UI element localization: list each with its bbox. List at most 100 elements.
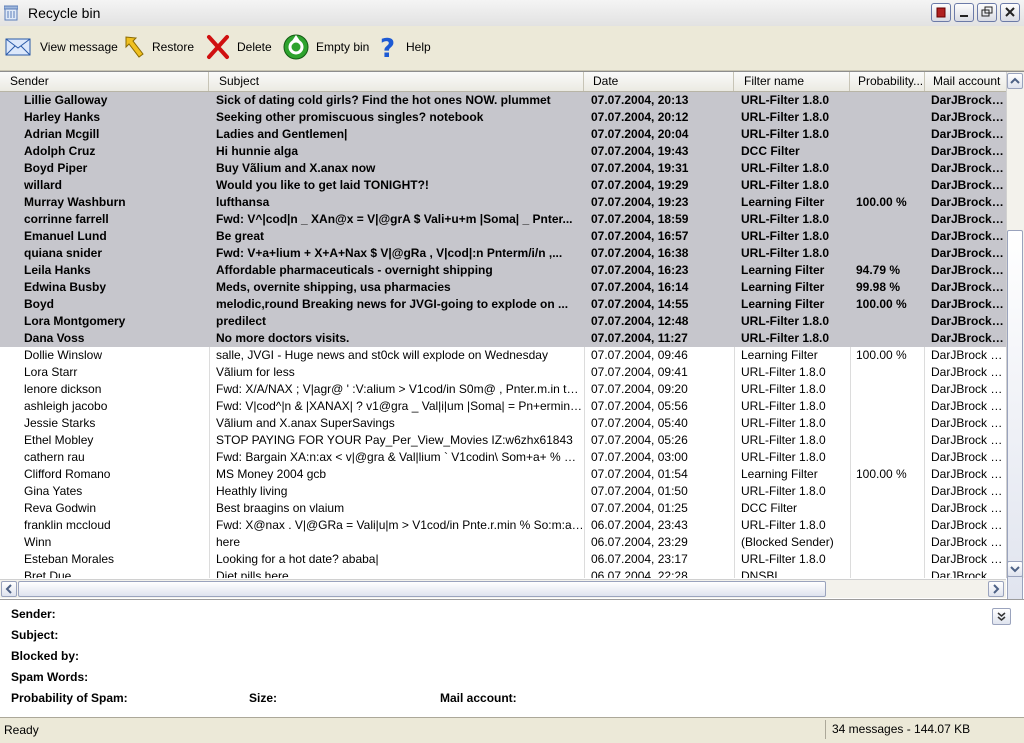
app-menu-button[interactable] — [931, 3, 951, 22]
table-row[interactable]: ashleigh jacobo Fwd: V|cod^|n & |XANAX| ?… — [0, 398, 1006, 415]
table-row[interactable]: Lillie Galloway Sick of dating cold girls… — [0, 92, 1006, 109]
cell-date: 07.07.2004, 01:50 — [591, 484, 688, 498]
cell-filter: URL-Filter 1.8.0 — [741, 552, 826, 566]
table-row[interactable]: quiana snider Fwd: V+a+lium + X+A+Nax $ V… — [0, 245, 1006, 262]
cell-account: DarJBrock @ — [931, 331, 1006, 345]
cell-sender: ashleigh jacobo — [24, 399, 108, 413]
cell-filter: URL-Filter 1.8.0 — [741, 212, 830, 226]
table-row[interactable]: Esteban Morales Looking for a hot date? a… — [0, 551, 1006, 568]
column-header-sender[interactable]: Sender — [0, 72, 209, 91]
cell-sender: Lora Starr — [24, 365, 78, 379]
table-row[interactable]: Boyd melodic,round Breaking news for JVGI… — [0, 296, 1006, 313]
scroll-thumb[interactable] — [1007, 230, 1023, 618]
cell-filter: URL-Filter 1.8.0 — [741, 178, 830, 192]
table-row[interactable]: Boyd Piper Buy Vãlium and X.anax now 07.07… — [0, 160, 1006, 177]
cell-prob — [852, 517, 924, 534]
cell-subject: Vãlium for less — [216, 365, 295, 379]
cell-sender: Bret Due — [24, 569, 72, 578]
scroll-down-button[interactable] — [1007, 561, 1023, 577]
bin-icon — [936, 7, 946, 18]
table-row[interactable]: willard Would you like to get laid TONIGH… — [0, 177, 1006, 194]
close-button[interactable] — [1000, 3, 1020, 22]
table-row[interactable]: Harley Hanks Seeking other promiscuous si… — [0, 109, 1006, 126]
cell-date: 06.07.2004, 23:17 — [591, 552, 688, 566]
table-row[interactable]: corrinne farrell Fwd: V^|cod|n _ XAn@x = … — [0, 211, 1006, 228]
cell-date: 07.07.2004, 19:23 — [591, 195, 689, 209]
horizontal-scroll-thumb[interactable] — [18, 581, 826, 597]
restore-button[interactable]: Restore — [122, 30, 194, 64]
cell-prob — [852, 92, 924, 109]
cell-sender: Lora Montgomery — [24, 314, 126, 328]
cell-prob: 100.00 % — [856, 195, 907, 209]
chevron-down-icon — [1010, 566, 1020, 573]
delete-button[interactable]: Delete — [205, 30, 272, 64]
table-row[interactable]: lenore dickson Fwd: X/A/NAX ; V|agr@ ' :V… — [0, 381, 1006, 398]
table-row[interactable]: Dana Voss No more doctors visits. 07.07.20… — [0, 330, 1006, 347]
table-row[interactable]: Winn here 06.07.2004, 23:29 (Blocked Sender… — [0, 534, 1006, 551]
cell-account: DarJBrock @ — [931, 178, 1006, 192]
cell-subject: Diet pills here — [216, 569, 289, 578]
help-button[interactable]: ? Help — [378, 30, 431, 64]
cell-date: 07.07.2004, 20:13 — [591, 93, 689, 107]
table-row[interactable]: cathern rau Fwd: Bargain XA:n:ax < v|@gra… — [0, 449, 1006, 466]
chevron-double-down-icon — [997, 612, 1006, 621]
cell-account: DarJBrock @ p — [931, 433, 1006, 447]
close-icon — [1005, 7, 1015, 17]
table-row[interactable]: Gina Yates Heathly living 07.07.2004, 01:5… — [0, 483, 1006, 500]
table-row[interactable]: Leila Hanks Affordable pharmaceuticals - … — [0, 262, 1006, 279]
table-row[interactable]: Bret Due Diet pills here 06.07.2004, 22:28… — [0, 568, 1006, 578]
chevron-left-icon — [5, 584, 12, 594]
cell-filter: URL-Filter 1.8.0 — [741, 161, 830, 175]
maximize-button[interactable] — [977, 3, 997, 22]
table-row[interactable]: Clifford Romano MS Money 2004 gcb 07.07.20… — [0, 466, 1006, 483]
cell-sender: willard — [24, 178, 63, 192]
cell-date: 07.07.2004, 14:55 — [591, 297, 689, 311]
cell-subject: Best braagins on vlaium — [216, 501, 345, 515]
view-message-button[interactable]: View message — [4, 30, 118, 64]
scroll-right-button[interactable] — [988, 581, 1004, 597]
table-row[interactable]: Adrian Mcgill Ladies and Gentlemen| 07.07.… — [0, 126, 1006, 143]
column-header-filter-name[interactable]: Filter name — [734, 72, 850, 91]
cell-sender: Jessie Starks — [24, 416, 96, 430]
minimize-button[interactable] — [954, 3, 974, 22]
table-row[interactable]: Jessie Starks Vãlium and X.anax SuperSavi… — [0, 415, 1006, 432]
scroll-up-button[interactable] — [1007, 73, 1023, 89]
table-row[interactable]: Reva Godwin Best braagins on vlaium 07.07.… — [0, 500, 1006, 517]
vertical-scrollbar[interactable] — [1006, 72, 1024, 618]
view-message-icon — [5, 38, 31, 56]
message-count: 34 messages - 144.07 KB — [825, 720, 1020, 739]
table-row[interactable]: Edwina Busby Meds, overnite shipping, usa… — [0, 279, 1006, 296]
cell-subject: melodic,round Breaking news for JVGI-goi… — [216, 297, 569, 311]
table-row[interactable]: Adolph Cruz Hi hunnie alga 07.07.2004, 19:… — [0, 143, 1006, 160]
table-row[interactable]: Murray Washburn lufthansa 07.07.2004, 19:2… — [0, 194, 1006, 211]
cell-sender: Murray Washburn — [24, 195, 126, 209]
table-row[interactable]: Ethel Mobley STOP PAYING FOR YOUR Pay_Per… — [0, 432, 1006, 449]
table-row[interactable]: Lora Montgomery predilect 07.07.2004, 12:4… — [0, 313, 1006, 330]
collapse-details-button[interactable] — [992, 608, 1011, 625]
column-header-mail-account[interactable]: Mail account — [925, 72, 1006, 91]
cell-date: 07.07.2004, 19:31 — [591, 161, 689, 175]
cell-date: 07.07.2004, 05:26 — [591, 433, 688, 447]
table-row[interactable]: Dollie Winslow salle, JVGI - Huge news an… — [0, 347, 1006, 364]
scroll-left-button[interactable] — [1, 581, 17, 597]
cell-account: DarJBrock @ — [931, 229, 1006, 243]
cell-filter: URL-Filter 1.8.0 — [741, 246, 830, 260]
table-row[interactable]: Emanuel Lund Be great 07.07.2004, 16:57 URL… — [0, 228, 1006, 245]
cell-subject: Fwd: V^|cod|n _ XAn@x = V|@grA $ Vali+u+… — [216, 212, 573, 226]
column-header-date[interactable]: Date — [584, 72, 734, 91]
cell-sender: Boyd Piper — [24, 161, 88, 175]
cell-filter: Learning Filter — [741, 297, 825, 311]
column-header-probability[interactable]: Probability... — [850, 72, 925, 91]
cell-prob — [852, 330, 924, 347]
cell-prob — [852, 313, 924, 330]
cell-sender: Esteban Morales — [24, 552, 115, 566]
cell-subject: Ladies and Gentlemen| — [216, 127, 348, 141]
svg-text:?: ? — [380, 34, 395, 61]
table-row[interactable]: franklin mccloud Fwd: X@nax . V|@GRa = Va… — [0, 517, 1006, 534]
column-header-subject[interactable]: Subject — [209, 72, 584, 91]
table-row[interactable]: Lora Starr Vãlium for less 07.07.2004, 09:… — [0, 364, 1006, 381]
cell-subject: Would you like to get laid TONIGHT?! — [216, 178, 429, 192]
cell-subject: Hi hunnie alga — [216, 144, 299, 158]
horizontal-scrollbar[interactable] — [0, 579, 1006, 598]
empty-bin-button[interactable]: Empty bin — [282, 30, 369, 64]
